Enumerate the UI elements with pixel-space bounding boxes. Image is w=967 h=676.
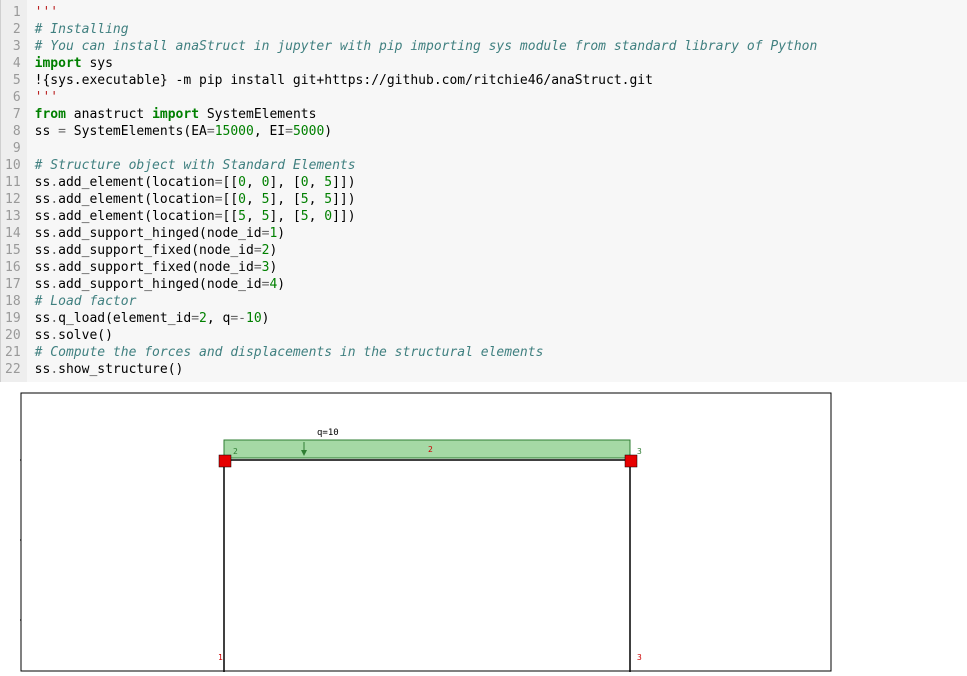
element-label-3: 3 bbox=[637, 653, 642, 662]
code-line[interactable]: # Compute the forces and displacements i… bbox=[35, 344, 959, 361]
structure-plot: 5 4 3 q=10 2 3 2 1 3 bbox=[20, 392, 832, 672]
line-number: 13 bbox=[5, 208, 21, 225]
code-line[interactable]: ss.add_element(location=[[0, 5], [5, 5]]… bbox=[35, 191, 959, 208]
code-editor[interactable]: 12345678910111213141516171819202122 '''#… bbox=[0, 0, 967, 382]
line-number: 12 bbox=[5, 191, 21, 208]
code-content[interactable]: '''# Installing# You can install anaStru… bbox=[27, 0, 967, 382]
node-label-2: 2 bbox=[233, 447, 238, 456]
line-number-gutter: 12345678910111213141516171819202122 bbox=[1, 0, 27, 382]
line-number: 19 bbox=[5, 310, 21, 327]
code-line[interactable]: ss.q_load(element_id=2, q=-10) bbox=[35, 310, 959, 327]
node-label-3: 3 bbox=[637, 447, 642, 456]
code-line[interactable]: ''' bbox=[35, 89, 959, 106]
code-line[interactable]: ss.show_structure() bbox=[35, 361, 959, 378]
line-number: 5 bbox=[5, 72, 21, 89]
line-number: 21 bbox=[5, 344, 21, 361]
code-line[interactable]: ss.add_support_fixed(node_id=2) bbox=[35, 242, 959, 259]
line-number: 7 bbox=[5, 106, 21, 123]
line-number: 17 bbox=[5, 276, 21, 293]
plot-output: 5 4 3 q=10 2 3 2 1 3 bbox=[0, 382, 967, 676]
element-label-2: 2 bbox=[428, 445, 433, 454]
line-number: 1 bbox=[5, 4, 21, 21]
code-line[interactable]: ss.solve() bbox=[35, 327, 959, 344]
line-number: 20 bbox=[5, 327, 21, 344]
code-line[interactable]: ss.add_support_hinged(node_id=4) bbox=[35, 276, 959, 293]
fixed-support-node3 bbox=[625, 455, 637, 467]
line-number: 18 bbox=[5, 293, 21, 310]
line-number: 8 bbox=[5, 123, 21, 140]
code-line[interactable]: import sys bbox=[35, 55, 959, 72]
code-line[interactable]: from anastruct import SystemElements bbox=[35, 106, 959, 123]
line-number: 9 bbox=[5, 140, 21, 157]
element-label-1: 1 bbox=[218, 653, 223, 662]
line-number: 10 bbox=[5, 157, 21, 174]
line-number: 2 bbox=[5, 21, 21, 38]
line-number: 22 bbox=[5, 361, 21, 378]
line-number: 14 bbox=[5, 225, 21, 242]
fixed-support-node2 bbox=[219, 455, 231, 467]
line-number: 15 bbox=[5, 242, 21, 259]
code-line[interactable]: # You can install anaStruct in jupyter w… bbox=[35, 38, 959, 55]
code-line[interactable]: ''' bbox=[35, 4, 959, 21]
code-line[interactable]: ss.add_element(location=[[0, 0], [0, 5]]… bbox=[35, 174, 959, 191]
q-load-rect bbox=[224, 440, 630, 458]
line-number: 11 bbox=[5, 174, 21, 191]
code-line[interactable] bbox=[35, 140, 959, 157]
code-line[interactable]: # Load factor bbox=[35, 293, 959, 310]
line-number: 4 bbox=[5, 55, 21, 72]
code-line[interactable]: ss.add_element(location=[[5, 5], [5, 0]]… bbox=[35, 208, 959, 225]
q-load-label: q=10 bbox=[317, 428, 339, 438]
plot-frame bbox=[21, 393, 831, 671]
code-line[interactable]: !{sys.executable} -m pip install git+htt… bbox=[35, 72, 959, 89]
code-line[interactable]: ss.add_support_fixed(node_id=3) bbox=[35, 259, 959, 276]
line-number: 16 bbox=[5, 259, 21, 276]
code-line[interactable]: # Installing bbox=[35, 21, 959, 38]
code-line[interactable]: ss.add_support_hinged(node_id=1) bbox=[35, 225, 959, 242]
line-number: 6 bbox=[5, 89, 21, 106]
code-line[interactable]: # Structure object with Standard Element… bbox=[35, 157, 959, 174]
code-line[interactable]: ss = SystemElements(EA=15000, EI=5000) bbox=[35, 123, 959, 140]
line-number: 3 bbox=[5, 38, 21, 55]
